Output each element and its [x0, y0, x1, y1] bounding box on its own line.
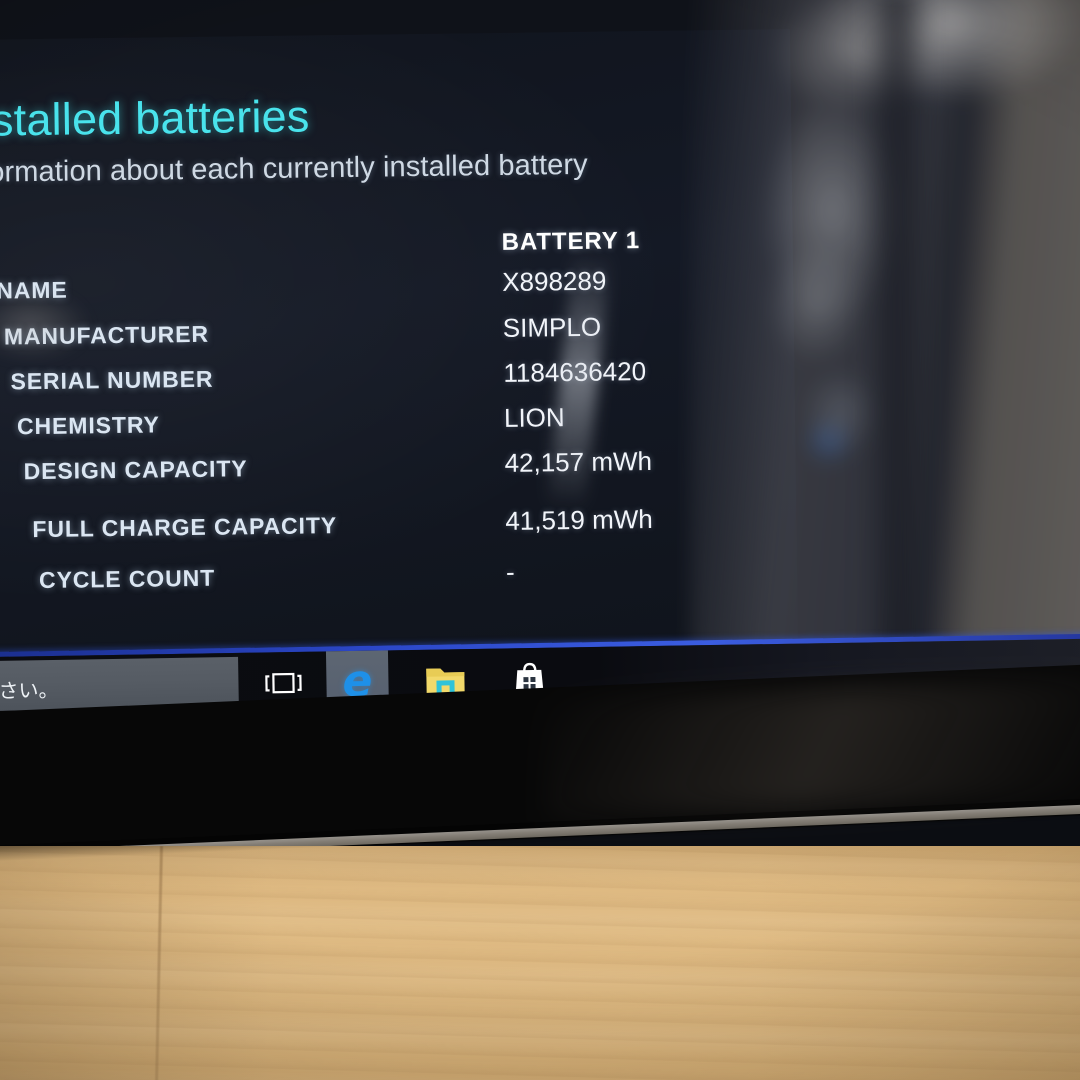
table-row: CYCLE COUNT -: [0, 530, 747, 593]
laptop-screen: Installed batteries Information about ea…: [0, 0, 1080, 722]
battery-info-table: BATTERY 1 NAME X898289 MANUFACTURER SIMP…: [0, 226, 747, 593]
row-label-cycle-count: CYCLE COUNT: [38, 564, 216, 594]
page-subtitle: Information about each currently install…: [0, 148, 588, 190]
table-row: FULL CHARGE CAPACITY 41,519 mWh: [0, 472, 746, 542]
page-title: Installed batteries: [0, 90, 310, 147]
row-value-cycle-count: -: [505, 556, 515, 587]
wooden-desk: [0, 846, 1080, 1080]
search-input-value: さい。: [0, 677, 59, 703]
table-row: NAME X898289: [0, 226, 743, 304]
task-view-icon: [265, 672, 302, 694]
screen-reflection-dark-band: [862, 0, 932, 690]
photograph-of-laptop: Installed batteries Information about ea…: [0, 0, 1080, 1080]
windows-settings-battery-page: Installed batteries Information about ea…: [0, 29, 798, 650]
